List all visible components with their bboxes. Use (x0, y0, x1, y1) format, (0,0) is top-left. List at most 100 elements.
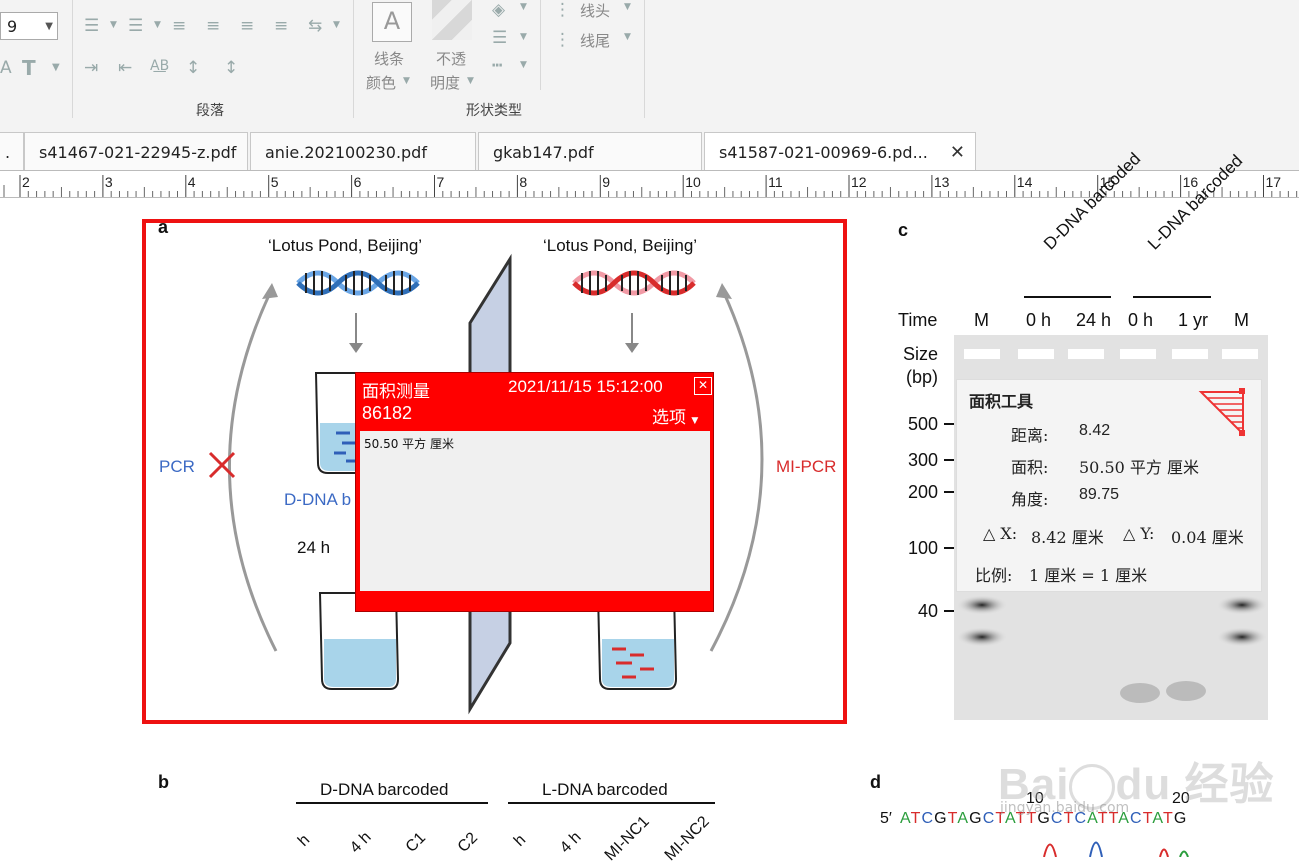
ruler-number: 8 (519, 174, 527, 190)
opacity-icon[interactable] (432, 0, 472, 40)
line-head-icon[interactable]: ⋮ (554, 0, 571, 20)
chevron-down-icon: ▼ (691, 416, 699, 426)
chevron-down-icon[interactable]: ▼ (624, 2, 631, 12)
sequence-base: G (934, 810, 948, 827)
mi-pcr-label: MI-PCR (776, 457, 837, 476)
area-value: 50.50 平方 厘米 (1079, 458, 1199, 477)
tab-partial[interactable]: . (0, 132, 24, 170)
line-tail-label[interactable]: 线尾 (580, 30, 610, 51)
distance-label: 距离: (1011, 426, 1049, 445)
align-right-icon[interactable]: ≡ (240, 16, 254, 36)
text-direction-icon[interactable]: ⇆ (308, 16, 322, 36)
text-style-icon[interactable]: T (22, 56, 36, 80)
tab-anie[interactable]: anie.202100230.pdf (250, 132, 476, 170)
tab-label: s41467-021-22945-z.pdf (39, 143, 237, 162)
ruler-number: 13 (934, 174, 950, 190)
area-measure-popup[interactable]: 面积测量 2021/11/15 15:12:00 ✕ 86182 选项 ▼ 50… (355, 372, 714, 612)
line-weight-icon[interactable]: ☰ (492, 28, 507, 48)
sequence-base: G (1173, 810, 1188, 827)
fill-icon[interactable]: ◈ (492, 0, 505, 20)
tab-s41467[interactable]: s41467-021-22945-z.pdf (24, 132, 248, 170)
area-tool-panel[interactable]: 面积工具 距离: 8.42 面积: 50.50 平方 厘米 角度: 89.75 … (956, 379, 1262, 592)
pcr-label: PCR (159, 457, 195, 476)
chevron-down-icon[interactable]: ▼ (467, 76, 474, 86)
sequence-base: A (1152, 810, 1163, 827)
char-spacing-icon[interactable]: A͟B (150, 58, 169, 74)
dash-style-icon[interactable]: ┅ (492, 56, 502, 76)
font-effect-icon[interactable]: A (0, 58, 12, 78)
c-time-label: Time (898, 310, 938, 330)
sequence-base: T (947, 810, 958, 827)
chevron-down-icon[interactable]: ▼ (624, 32, 631, 42)
ruler-number: 4 (188, 174, 196, 190)
popup-options[interactable]: 选项 ▼ (652, 403, 698, 428)
b-col-label: MI-NC1 (601, 813, 653, 865)
c-size-label: Size (903, 344, 939, 364)
tab-label: gkab147.pdf (493, 143, 594, 162)
justify-icon[interactable]: ≡ (274, 16, 288, 36)
ddna-barcoded-label: D-DNA b (284, 490, 352, 509)
panel-c-label: c (898, 220, 909, 240)
c-size-tick: 300 (908, 450, 939, 470)
tab-label: s41587-021-00969-6.pd... (719, 143, 928, 162)
line-color-label: 线条 (374, 50, 405, 68)
c-lane-label: 0 h (1128, 310, 1154, 330)
line-head-label[interactable]: 线头 (580, 0, 610, 21)
chevron-down-icon[interactable]: ▼ (110, 20, 117, 30)
tab-label: . (5, 143, 11, 162)
sequence-base: T (910, 810, 922, 827)
sequence-base: A (957, 810, 970, 827)
b-col-label: C1 (402, 829, 430, 856)
chevron-down-icon[interactable]: ▼ (520, 60, 527, 70)
chevron-down-icon[interactable]: ▼ (520, 32, 527, 42)
sequence-base: G (969, 810, 983, 827)
delta-x-label: △ X: (983, 524, 1018, 543)
delta-x-value: 8.42 厘米 (1031, 528, 1104, 547)
options-label: 选项 (652, 408, 686, 428)
bullet-list-icon[interactable]: ☰ (84, 16, 99, 36)
tab-s41587-active[interactable]: s41587-021-00969-6.pd... ✕ (704, 132, 976, 170)
indent-decrease-icon[interactable]: ⇤ (118, 58, 132, 78)
dna-helix-blue-icon (296, 270, 420, 296)
ruler-number: 6 (354, 174, 362, 190)
font-size-select[interactable]: 9 ▼ (0, 12, 58, 40)
align-center-icon[interactable]: ≡ (206, 16, 220, 36)
align-left-icon[interactable]: ≡ (172, 16, 186, 36)
popup-body[interactable]: 50.50 平方 厘米 (360, 431, 710, 591)
c-lane-label: 1 yr (1178, 310, 1209, 330)
close-icon[interactable]: ✕ (694, 377, 712, 395)
opacity-label: 不透 (436, 50, 467, 68)
chevron-down-icon: ▼ (45, 21, 53, 32)
group-label-shape-type: 形状类型 (466, 103, 522, 119)
time-24h-label: 24 h (297, 538, 331, 557)
tab-gkab147[interactable]: gkab147.pdf (478, 132, 702, 170)
b-col-label: C2 (454, 829, 482, 856)
line-tail-icon[interactable]: ⋮ (554, 30, 571, 50)
line-spacing-icon[interactable]: ↕ (186, 58, 200, 78)
chevron-down-icon[interactable]: ▼ (154, 20, 161, 30)
indent-increase-icon[interactable]: ⇥ (84, 58, 98, 78)
group-label-paragraph: 段落 (196, 103, 224, 119)
chevron-down-icon[interactable]: ▼ (520, 2, 527, 12)
c-lane-label: 0 h (1026, 310, 1052, 330)
para-spacing-icon[interactable]: ↕ (224, 58, 238, 78)
b-col-label: h (510, 831, 530, 850)
ruler-number: 11 (768, 174, 783, 190)
c-size-tick: 100 (908, 538, 939, 558)
document-tabbar: . s41467-021-22945-z.pdf anie.202100230.… (0, 128, 1299, 170)
panel-b-label: b (158, 772, 169, 792)
area-tool-icon (1198, 388, 1245, 437)
line-color-icon[interactable]: A (372, 2, 412, 42)
scale-value: 1 厘米 = 1 厘米 (1029, 566, 1148, 585)
b-col-label: 4 h (556, 828, 585, 857)
chevron-down-icon[interactable]: ▼ (52, 62, 60, 73)
chevron-down-icon[interactable]: ▼ (403, 76, 410, 86)
area-label: 面积: (1011, 458, 1049, 477)
ruler-number: 2 (22, 174, 30, 190)
b-col-label: h (294, 831, 314, 850)
numbered-list-icon[interactable]: ☰ (128, 16, 143, 36)
chevron-down-icon[interactable]: ▼ (333, 20, 340, 30)
close-icon[interactable]: ✕ (950, 133, 965, 173)
ruler-number: 3 (105, 174, 113, 190)
delta-y-value: 0.04 厘米 (1171, 528, 1244, 547)
